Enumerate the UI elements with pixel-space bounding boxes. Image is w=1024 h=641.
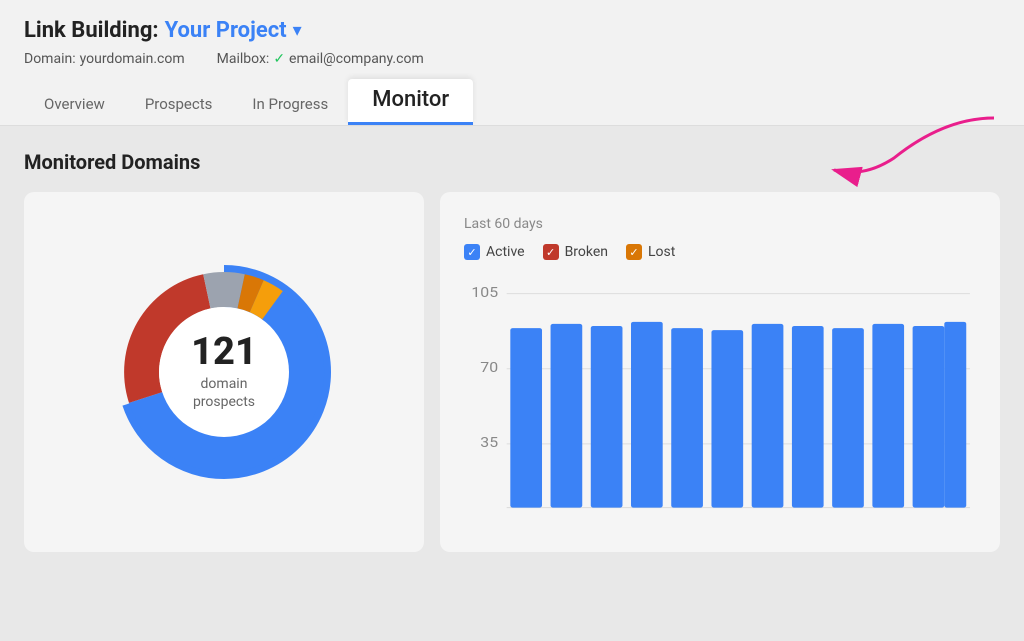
bar-period-label: Last 60 days	[464, 216, 976, 232]
section-title: Monitored Domains	[24, 150, 1000, 174]
meta-row: Domain: yourdomain.com Mailbox: ✓ email@…	[24, 51, 1000, 67]
page-title-static: Link Building:	[24, 18, 159, 43]
svg-text:105: 105	[471, 284, 498, 301]
bar-chart-svg: 105 70 35	[464, 278, 976, 518]
mailbox-info: Mailbox: ✓ email@company.com	[217, 51, 424, 67]
donut-center: 121 domain prospects	[191, 333, 257, 411]
bar-chart-card: Last 60 days ✓ Active ✓ Broken ✓ Lost	[440, 192, 1000, 552]
legend-lost-icon: ✓	[626, 244, 642, 260]
legend: ✓ Active ✓ Broken ✓ Lost	[464, 244, 976, 260]
legend-active-label: Active	[486, 244, 525, 260]
tab-overview[interactable]: Overview	[24, 85, 125, 125]
legend-broken-label: Broken	[565, 244, 608, 260]
charts-container: 121 domain prospects Last 60 days ✓ Acti…	[24, 192, 1000, 552]
donut-chart-card: 121 domain prospects	[24, 192, 424, 552]
bar-chart-area: 105 70 35	[464, 278, 976, 518]
legend-active: ✓ Active	[464, 244, 525, 260]
legend-lost: ✓ Lost	[626, 244, 675, 260]
legend-broken: ✓ Broken	[543, 244, 608, 260]
page-title-project[interactable]: Your Project	[165, 18, 287, 43]
donut-number: 121	[191, 333, 257, 371]
mailbox-label: Mailbox:	[217, 51, 270, 67]
donut-label: domain prospects	[191, 375, 257, 411]
chevron-down-icon[interactable]: ▾	[293, 20, 302, 41]
header: Link Building: Your Project ▾ Domain: yo…	[0, 0, 1024, 126]
tab-in-progress[interactable]: In Progress	[232, 85, 348, 125]
tab-monitor[interactable]: Monitor	[348, 79, 473, 125]
tab-prospects[interactable]: Prospects	[125, 85, 233, 125]
main-content: Monitored Domains	[0, 126, 1024, 576]
legend-lost-label: Lost	[648, 244, 675, 260]
tabs-row: Overview Prospects In Progress Monitor	[24, 79, 1000, 125]
donut-chart: 121 domain prospects	[94, 242, 354, 502]
domain-value: yourdomain.com	[80, 51, 185, 67]
legend-active-icon: ✓	[464, 244, 480, 260]
email-value: email@company.com	[289, 51, 424, 67]
check-icon: ✓	[273, 51, 285, 67]
domain-info: Domain: yourdomain.com	[24, 51, 185, 67]
legend-broken-icon: ✓	[543, 244, 559, 260]
svg-text:70: 70	[480, 359, 498, 376]
domain-label: Domain:	[24, 51, 76, 67]
svg-text:35: 35	[480, 434, 498, 451]
title-row: Link Building: Your Project ▾	[24, 18, 1000, 43]
